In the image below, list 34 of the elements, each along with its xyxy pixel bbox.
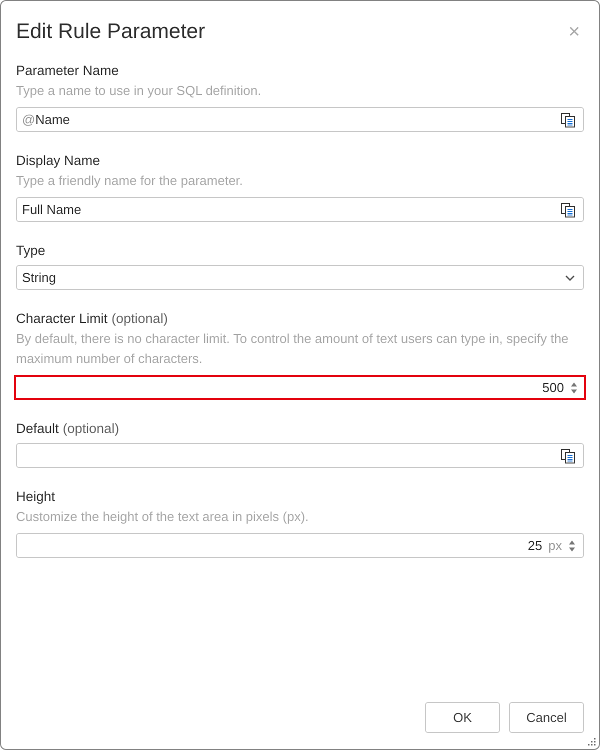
number-field[interactable]: 500: [14, 375, 586, 400]
type-dropdown[interactable]: String: [16, 265, 584, 290]
field-label: Type: [16, 242, 46, 258]
field-label: Height: [16, 488, 56, 504]
field-label: Display Name: [16, 152, 100, 168]
field-value: 25: [528, 538, 542, 553]
unit-text: px: [548, 538, 562, 553]
field-hint: Type a friendly name for the parameter.: [16, 172, 244, 190]
field-value: Name: [35, 112, 70, 127]
copy-icon[interactable]: [560, 448, 576, 464]
field-label: Character Limit: [16, 310, 108, 326]
dialog-button[interactable]: Cancel: [509, 702, 584, 733]
field-value: Full Name: [22, 202, 82, 217]
field-hint: Type a name to use in your SQL definition.: [16, 82, 262, 100]
field-label: Default: [16, 420, 59, 436]
field-hint: By default, there is no character limit. To control the amount of text users can type in, specify the maximum number of characters.: [16, 330, 570, 368]
chevron-down-icon: [564, 274, 576, 282]
field-label: Parameter Name: [16, 62, 119, 78]
copy-icon[interactable]: [560, 202, 576, 218]
resize-grip-icon[interactable]: [588, 738, 596, 746]
field-value: 500: [542, 380, 564, 395]
spinner-icon[interactable]: [570, 380, 578, 394]
optional-note: (optional): [112, 310, 168, 326]
input-field[interactable]: Full Name: [16, 197, 584, 222]
field-hint: Customize the height of the text area in pixels (px).: [16, 508, 310, 526]
copy-icon[interactable]: [560, 112, 576, 128]
spinner-icon[interactable]: [568, 538, 576, 552]
input-field[interactable]: @Name: [16, 107, 584, 132]
dialog-button[interactable]: OK: [425, 702, 500, 733]
dialog-title: Edit Rule Parameter: [16, 20, 206, 44]
input-field[interactable]: [16, 443, 584, 468]
prefix-text: @: [22, 112, 36, 127]
optional-note: (optional): [62, 420, 120, 436]
number-field[interactable]: 25 px: [16, 533, 584, 558]
